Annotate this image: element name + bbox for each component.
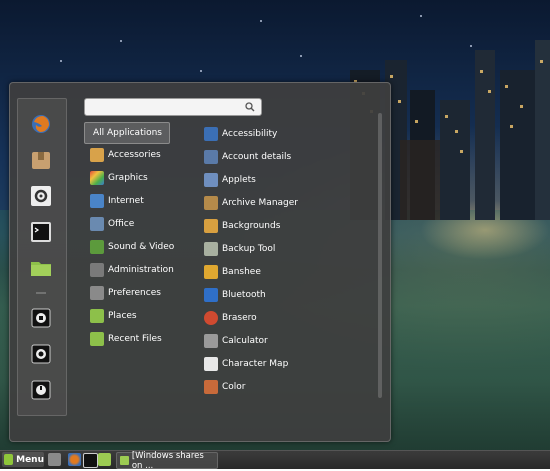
archive-manager-icon [204,196,218,210]
app-backup-tool[interactable]: Backup Tool [198,239,378,259]
preferences-icon [90,286,104,300]
application-menu: All Applications Accessories Graphics In… [9,82,391,442]
app-archive-manager[interactable]: Archive Manager [198,193,378,213]
category-graphics[interactable]: Graphics [84,168,168,188]
character-map-icon [204,357,218,371]
app-label: Calculator [222,336,268,346]
account-details-icon [204,150,218,164]
app-color[interactable]: Color [198,377,378,397]
banshee-icon [204,265,218,279]
category-label: Recent Files [108,334,162,344]
category-label: Accessories [108,150,161,160]
firefox-icon[interactable] [30,113,52,135]
category-label: Internet [108,196,144,206]
power-icon[interactable] [30,379,52,401]
app-label: Backgrounds [222,221,281,231]
app-character-map[interactable]: Character Map [198,354,378,374]
category-label: Graphics [108,173,148,183]
menu-button[interactable]: Menu [2,452,44,467]
places-icon [90,309,104,323]
category-preferences[interactable]: Preferences [84,283,168,303]
app-label: Backup Tool [222,244,276,254]
app-applets[interactable]: Applets [198,170,378,190]
category-internet[interactable]: Internet [84,191,168,211]
software-manager-icon[interactable] [30,149,52,171]
menu-label: Menu [16,454,44,465]
category-sound-video[interactable]: Sound & Video [84,237,174,257]
firefox-icon[interactable] [68,453,81,466]
lock-screen-icon[interactable] [30,307,52,329]
folder-icon [120,456,129,465]
category-label: All Applications [93,128,162,138]
category-label: Preferences [108,288,161,298]
category-administration[interactable]: Administration [84,260,174,280]
app-label: Applets [222,175,256,185]
category-recent-files[interactable]: Recent Files [84,329,168,349]
app-label: Banshee [222,267,261,277]
app-calculator[interactable]: Calculator [198,331,378,351]
taskbar-window-button[interactable]: [Windows shares on ... [116,451,218,471]
backup-tool-icon [204,242,218,256]
app-accessibility[interactable]: Accessibility [198,124,378,144]
applets-icon [204,173,218,187]
category-office[interactable]: Office [84,214,168,234]
terminal-icon[interactable] [30,221,52,243]
favorites-separator [36,292,46,294]
office-icon [90,217,104,231]
category-label: Places [108,311,137,321]
home-folder-icon[interactable] [98,453,111,466]
app-label: Account details [222,152,292,162]
recent-files-icon [90,332,104,346]
search-icon[interactable] [245,102,255,112]
category-accessories[interactable]: Accessories [84,145,168,165]
favorites-bar [17,98,67,416]
app-label: Character Map [222,359,289,369]
accessories-icon [90,148,104,162]
calculator-icon [204,334,218,348]
category-label: Administration [108,265,174,275]
app-backgrounds[interactable]: Backgrounds [198,216,378,236]
system-settings-icon[interactable] [30,185,52,207]
search-input[interactable] [85,99,243,113]
show-desktop-icon[interactable] [48,453,61,466]
category-label: Sound & Video [108,242,175,252]
search-box[interactable] [84,98,262,116]
applications-scrollbar[interactable] [378,113,382,398]
accessibility-icon [204,127,218,141]
brasero-icon [204,311,218,325]
app-label: Archive Manager [222,198,298,208]
category-all-applications[interactable]: All Applications [84,122,170,144]
bluetooth-icon [204,288,218,302]
graphics-icon [90,171,104,185]
app-banshee[interactable]: Banshee [198,262,378,282]
sound-video-icon [90,240,104,254]
administration-icon [90,263,104,277]
app-bluetooth[interactable]: Bluetooth [198,285,378,305]
category-label: Office [108,219,135,229]
taskbar: Menu [Windows shares on ... [0,450,550,471]
logout-icon[interactable] [30,343,52,365]
internet-icon [90,194,104,208]
category-places[interactable]: Places [84,306,168,326]
app-account-details[interactable]: Account details [198,147,378,167]
home-folder-icon[interactable] [30,257,52,279]
backgrounds-icon [204,219,218,233]
app-label: Color [222,382,246,392]
terminal-icon[interactable] [83,453,98,468]
color-icon [204,380,218,394]
app-label: Accessibility [222,129,278,139]
app-label: Brasero [222,313,257,323]
app-label: Bluetooth [222,290,266,300]
mint-logo-icon [4,454,14,465]
app-brasero[interactable]: Brasero [198,308,378,328]
